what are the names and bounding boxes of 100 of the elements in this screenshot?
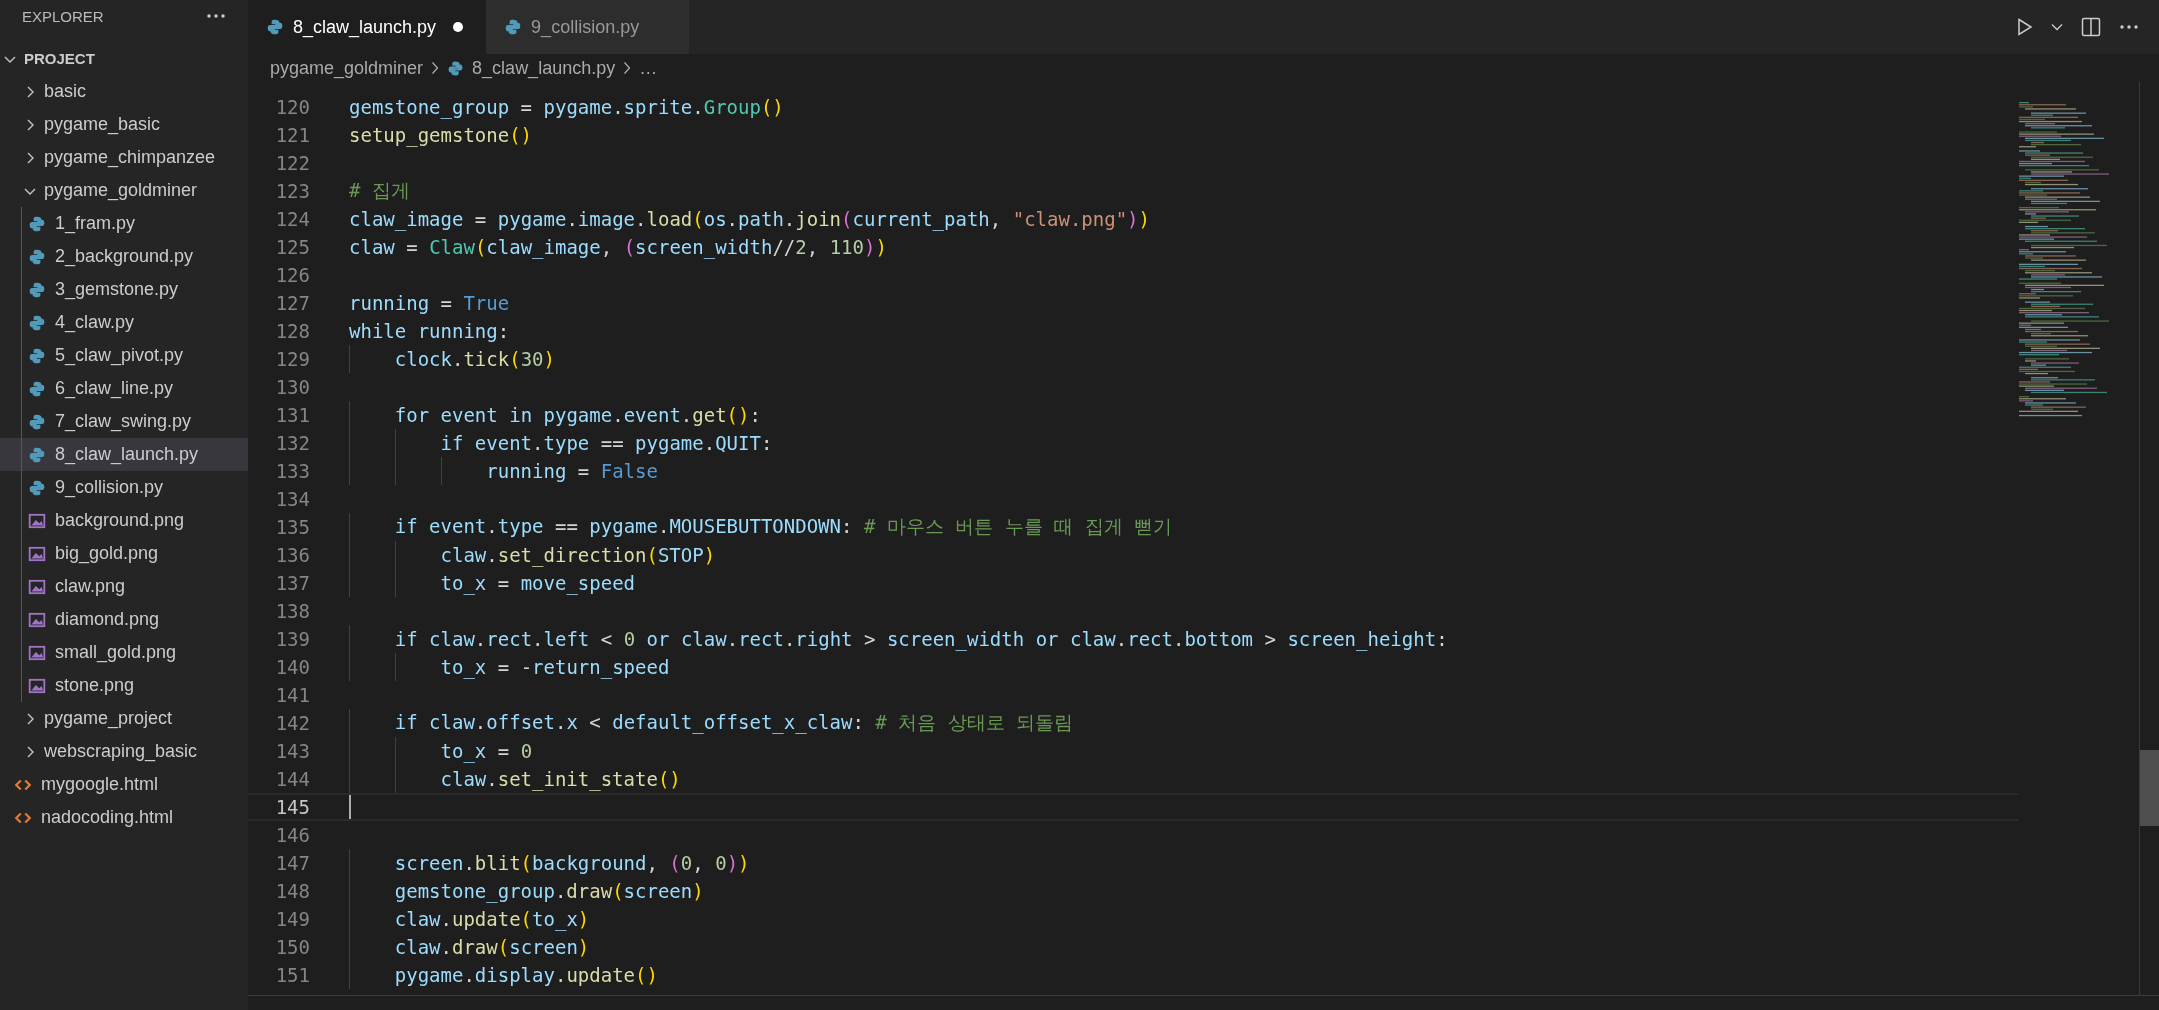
python-file-icon bbox=[28, 247, 46, 266]
run-icon[interactable] bbox=[2017, 18, 2033, 36]
editor-tab[interactable]: 9_collision.py bbox=[486, 0, 690, 54]
line-number: 132 bbox=[274, 432, 310, 454]
tree-item-label: 9_collision.py bbox=[55, 477, 164, 498]
tree-item[interactable]: small_gold.png bbox=[0, 636, 248, 669]
breadcrumb-item[interactable]: … bbox=[639, 57, 658, 79]
tree-item[interactable]: mygoogle.html bbox=[0, 768, 248, 801]
python-file-icon bbox=[28, 445, 46, 464]
breadcrumb-item[interactable]: 8_claw_launch.py bbox=[472, 57, 616, 79]
python-file-icon bbox=[28, 313, 46, 332]
python-file-icon bbox=[28, 379, 46, 398]
code-line: claw.set_direction(STOP) bbox=[440, 544, 716, 566]
python-file-icon bbox=[28, 478, 46, 497]
more-icon[interactable] bbox=[2119, 24, 2139, 30]
tree-item[interactable]: pygame_basic bbox=[0, 108, 248, 141]
chevron-icon bbox=[431, 61, 440, 75]
tree-item[interactable]: background.png bbox=[0, 504, 248, 537]
tree-item-label: 1_fram.py bbox=[55, 213, 136, 234]
tree-item-label: PROJECT bbox=[24, 50, 95, 67]
line-number: 123 bbox=[274, 180, 310, 202]
tree-item[interactable]: 3_gemstone.py bbox=[0, 273, 248, 306]
tree-item[interactable]: pygame_project bbox=[0, 702, 248, 735]
code-line: while running: bbox=[349, 320, 510, 342]
tree-item[interactable]: 8_claw_launch.py bbox=[0, 438, 248, 471]
code-line: to_x = -return_speed bbox=[440, 656, 670, 678]
tree-item-label: pygame_basic bbox=[44, 114, 161, 135]
code-line: screen.blit(background, (0, 0)) bbox=[394, 852, 750, 874]
tree-item-label: basic bbox=[44, 81, 87, 102]
line-number: 144 bbox=[274, 768, 310, 790]
code-line: gemstone_group.draw(screen) bbox=[394, 880, 704, 902]
line-number: 121 bbox=[274, 124, 310, 146]
tree-item[interactable]: 2_background.py bbox=[0, 240, 248, 273]
python-file-icon bbox=[28, 214, 46, 233]
line-number: 124 bbox=[274, 208, 310, 230]
line-number: 138 bbox=[274, 600, 310, 622]
more-icon[interactable] bbox=[206, 13, 226, 19]
tree-item[interactable]: diamond.png bbox=[0, 603, 248, 636]
image-file-icon bbox=[28, 643, 46, 662]
tree-item[interactable]: claw.png bbox=[0, 570, 248, 603]
tree-item-label: big_gold.png bbox=[55, 543, 159, 564]
tree-item[interactable]: PROJECT bbox=[0, 42, 248, 75]
line-number: 143 bbox=[274, 740, 310, 762]
tree-item[interactable]: big_gold.png bbox=[0, 537, 248, 570]
tree-item[interactable]: 5_claw_pivot.py bbox=[0, 339, 248, 372]
tree-item-label: 8_claw_launch.py bbox=[55, 444, 199, 465]
tree-item-label: diamond.png bbox=[55, 609, 160, 630]
tree-item-label: 7_claw_swing.py bbox=[55, 411, 192, 432]
image-file-icon bbox=[28, 676, 46, 695]
tree-item-label: 6_claw_line.py bbox=[55, 378, 174, 399]
code-line: running = False bbox=[486, 460, 658, 482]
code-line: pygame.display.update() bbox=[394, 964, 658, 986]
line-number: 135 bbox=[274, 516, 310, 538]
image-file-icon bbox=[28, 610, 46, 629]
line-number: 141 bbox=[274, 684, 310, 706]
tree-item[interactable]: webscraping_basic bbox=[0, 735, 248, 768]
tree-item-label: stone.png bbox=[55, 675, 135, 696]
line-number: 127 bbox=[274, 292, 310, 314]
code-line: for event in pygame.event.get(): bbox=[394, 404, 761, 426]
line-number: 136 bbox=[274, 544, 310, 566]
tree-item-label: pygame_project bbox=[44, 708, 173, 729]
line-number: 134 bbox=[274, 488, 310, 510]
tree-item[interactable]: 6_claw_line.py bbox=[0, 372, 248, 405]
line-number: 125 bbox=[274, 236, 310, 258]
split-editor-icon[interactable] bbox=[2081, 17, 2101, 37]
tree-item[interactable]: stone.png bbox=[0, 669, 248, 702]
tree-item-label: 3_gemstone.py bbox=[55, 279, 179, 300]
line-number: 151 bbox=[274, 964, 310, 986]
tree-item[interactable]: pygame_goldminer bbox=[0, 174, 248, 207]
code-line: setup_gemstone() bbox=[349, 124, 533, 146]
tree-item-label: 4_claw.py bbox=[55, 312, 135, 333]
tree-item[interactable]: 9_collision.py bbox=[0, 471, 248, 504]
code-line: claw.draw(screen) bbox=[394, 936, 590, 958]
tree-item[interactable]: nadocoding.html bbox=[0, 801, 248, 834]
text-cursor bbox=[349, 795, 351, 819]
explorer-title: EXPLORER bbox=[22, 7, 104, 25]
editor-tab[interactable]: 8_claw_launch.py bbox=[248, 0, 487, 54]
line-number: 129 bbox=[274, 348, 310, 370]
tree-item[interactable]: pygame_chimpanzee bbox=[0, 141, 248, 174]
tree-item[interactable]: 1_fram.py bbox=[0, 207, 248, 240]
tree-item-label: small_gold.png bbox=[55, 642, 177, 663]
line-number: 139 bbox=[274, 628, 310, 650]
python-file-icon bbox=[28, 412, 46, 431]
scrollbar-thumb[interactable] bbox=[2140, 750, 2159, 826]
line-number: 147 bbox=[274, 852, 310, 874]
python-file-icon bbox=[266, 18, 284, 36]
line-number: 142 bbox=[274, 712, 310, 734]
breadcrumb-item[interactable]: pygame_goldminer bbox=[270, 57, 424, 79]
code-line: to_x = 0 bbox=[440, 740, 533, 762]
tree-item[interactable]: basic bbox=[0, 75, 248, 108]
line-number: 120 bbox=[274, 96, 310, 118]
tree-item-label: mygoogle.html bbox=[41, 774, 159, 795]
tree-item-label: 2_background.py bbox=[55, 246, 194, 267]
tree-item[interactable]: 4_claw.py bbox=[0, 306, 248, 339]
line-number: 148 bbox=[274, 880, 310, 902]
tree-item-label: pygame_chimpanzee bbox=[44, 147, 216, 168]
line-number: 145 bbox=[274, 796, 310, 818]
code-line: if claw.rect.left < 0 or claw.rect.right > screen_width or claw.rect.bottom > screen_height: bbox=[394, 628, 1448, 650]
chevron-icon[interactable] bbox=[2051, 23, 2063, 31]
line-number: 137 bbox=[274, 572, 310, 594]
